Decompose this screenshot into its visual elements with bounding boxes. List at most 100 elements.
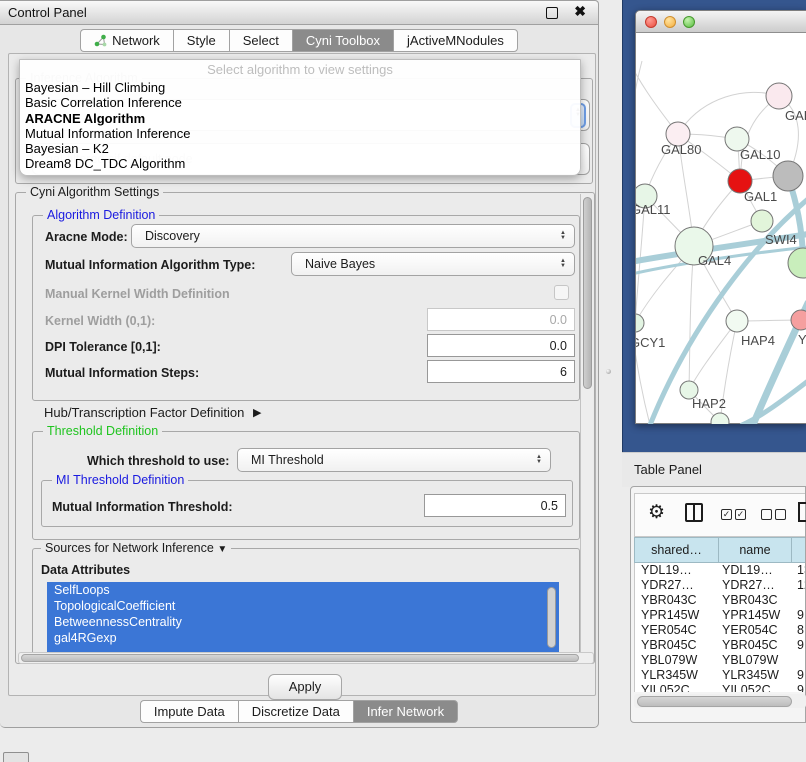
node-gal[interactable] [766,83,792,109]
chevron-down-icon[interactable]: ▼ [217,544,227,555]
splitpane-grip[interactable] [606,369,611,374]
list-vscrollbar-thumb[interactable] [547,587,556,648]
node-gcy1[interactable] [636,314,644,332]
network-window-titlebar[interactable] [636,11,806,33]
gear-icon[interactable]: ⚙ [648,501,665,524]
unchecked-box-icon[interactable] [761,509,772,520]
table-header: shared… name [634,537,805,563]
data-attributes-list[interactable]: SelfLoopsTopologicalCoefficientBetweenne… [47,582,559,655]
table-cell: 12 [797,578,805,593]
chevron-right-icon[interactable]: ▶ [253,407,261,419]
settings-vscrollbar-thumb[interactable] [583,197,592,389]
tab-label: Network [112,30,160,51]
mi-steps-field[interactable]: 6 [427,360,575,383]
table-cell: YBR043C [722,593,778,608]
table-row[interactable]: YBL079WYBL079W [635,653,805,668]
tab-style[interactable]: Style [173,29,229,52]
tab-label: Cyni Toolbox [306,30,380,51]
table-row[interactable]: YDR27…YDR27…12 [635,578,805,593]
table-row[interactable]: YDL19…YDL19…13 [635,563,805,578]
algorithm-option-aracne-algorithm[interactable]: ARACNE Algorithm [20,111,580,126]
node-label-hap2: HAP2 [692,396,726,411]
dpi-tolerance-field[interactable]: 0.0 [427,334,575,357]
settings-vscrollbar[interactable] [580,194,593,652]
manual-kernel-checkbox[interactable] [554,285,569,300]
network-window: GALGAL80GAL10GAL1GAL11GAL4SWI4GCY1HAP4YH… [635,10,806,424]
dpi-tolerance-value: 0.0 [550,339,567,353]
column-header-name[interactable]: name [719,538,792,562]
table-row[interactable]: YBR045CYBR045C9. [635,638,805,653]
unchecked-box-icon[interactable] [775,509,786,520]
table-hscrollbar[interactable] [634,694,806,708]
mi-type-combo[interactable]: Naive Bayes ▲▼ [291,252,575,276]
attribute-item-betweennesscentrality[interactable]: BetweennessCentrality [47,614,559,630]
control-panel-content: Inference Algorithm ▲▼ gal-filtered sif … [8,53,596,696]
apply-button[interactable]: Apply [268,674,342,700]
settings-hscrollbar[interactable] [18,652,594,664]
table-cell: YPR145W [641,608,699,623]
document-icon[interactable] [798,502,806,522]
minimize-traffic-light[interactable] [664,16,676,28]
checked-box-icon[interactable]: ✓ [721,509,732,520]
column-header-cut[interactable] [792,538,806,562]
aracne-mode-combo[interactable]: Discovery ▲▼ [131,224,575,248]
tab-select[interactable]: Select [229,29,292,52]
table-row[interactable]: YER054CYER054C8. [635,623,805,638]
collapsed-panel-icon[interactable] [3,752,29,762]
node-label-swi4: SWI4 [765,232,797,247]
node-hap4[interactable] [726,310,748,332]
algorithm-option-basic-correlation-inference[interactable]: Basic Correlation Inference [20,95,580,110]
node-swi4[interactable] [788,248,806,278]
table-cell: YIL052C [641,683,690,692]
split-columns-icon[interactable] [685,503,703,522]
bottom-tab-discretize-data[interactable]: Discretize Data [238,700,353,723]
algorithm-option-bayesian-hill-climbing[interactable]: Bayesian – Hill Climbing [20,80,580,95]
settings-hscrollbar-thumb[interactable] [21,654,579,662]
node[interactable] [711,413,729,424]
which-threshold-combo[interactable]: MI Threshold ▲▼ [237,448,551,472]
threshold-definition-group: Threshold Definition Which threshold to … [32,431,580,540]
node-y[interactable] [791,310,806,330]
table-row[interactable]: YBR043C YBR043C [635,593,805,608]
table-cell: 9. [797,638,805,653]
table-panel: ⚙ ✓ ✓ shared… name YDL19…YDL19…13YDR27…Y… [630,486,806,723]
tab-jactivemnodules[interactable]: jActiveMNodules [393,29,518,52]
table-hscrollbar-thumb[interactable] [637,696,792,707]
mi-threshold-value: 0.5 [541,499,558,513]
mi-threshold-field[interactable]: 0.5 [424,494,566,517]
algorithm-option-dream8-dc-tdc-algorithm[interactable]: Dream8 DC_TDC Algorithm [20,156,580,171]
control-panel-titlebar[interactable]: Control Panel ✖ [0,1,598,25]
table-row[interactable]: YIL052CYIL052C9. [635,683,805,692]
algorithm-option-bayesian-k2[interactable]: Bayesian – K2 [20,141,580,156]
tab-network[interactable]: Network [80,29,173,52]
network-canvas[interactable]: GALGAL80GAL10GAL1GAL11GAL4SWI4GCY1HAP4YH… [636,32,806,424]
zoom-traffic-light[interactable] [683,16,695,28]
kernel-width-field[interactable]: 0.0 [427,308,575,331]
table-cell: YLR345W [722,668,779,683]
attribute-item-topologicalcoefficient[interactable]: TopologicalCoefficient [47,598,559,614]
bottom-tab-infer-network[interactable]: Infer Network [353,700,458,723]
table-panel-title: Table Panel [634,462,702,477]
checked-box-icon[interactable]: ✓ [735,509,746,520]
table-row[interactable]: YLR345WYLR345W9. [635,668,805,683]
table-row[interactable]: YPR145WYPR145W9. [635,608,805,623]
data-attributes-label: Data Attributes [41,563,130,577]
close-icon[interactable]: ✖ [574,3,586,20]
table-cell: 9. [797,683,805,692]
cyni-settings-group: Cyni Algorithm Settings Algorithm Defini… [15,192,595,664]
tab-cyni-toolbox[interactable]: Cyni Toolbox [292,29,393,52]
bottom-tab-impute-data[interactable]: Impute Data [140,700,238,723]
node[interactable] [773,161,803,191]
node[interactable] [751,210,773,232]
algorithm-definition-title: Algorithm Definition [43,208,159,223]
hub-section-toggle[interactable]: Hub/Transcription Factor Definition ▶ [44,405,256,420]
algorithm-option-mutual-information-inference[interactable]: Mutual Information Inference [20,126,580,141]
float-window-icon[interactable] [546,7,558,19]
node-label-gcy1: GCY1 [636,335,665,350]
attribute-item-selfloops[interactable]: SelfLoops [47,582,559,598]
table-cell: YBR043C [641,593,697,608]
node-label-hap4: HAP4 [741,333,775,348]
close-traffic-light[interactable] [645,16,657,28]
column-header-shared[interactable]: shared… [635,538,719,562]
attribute-item-gal4rgexp[interactable]: gal4RGexp [47,630,559,646]
